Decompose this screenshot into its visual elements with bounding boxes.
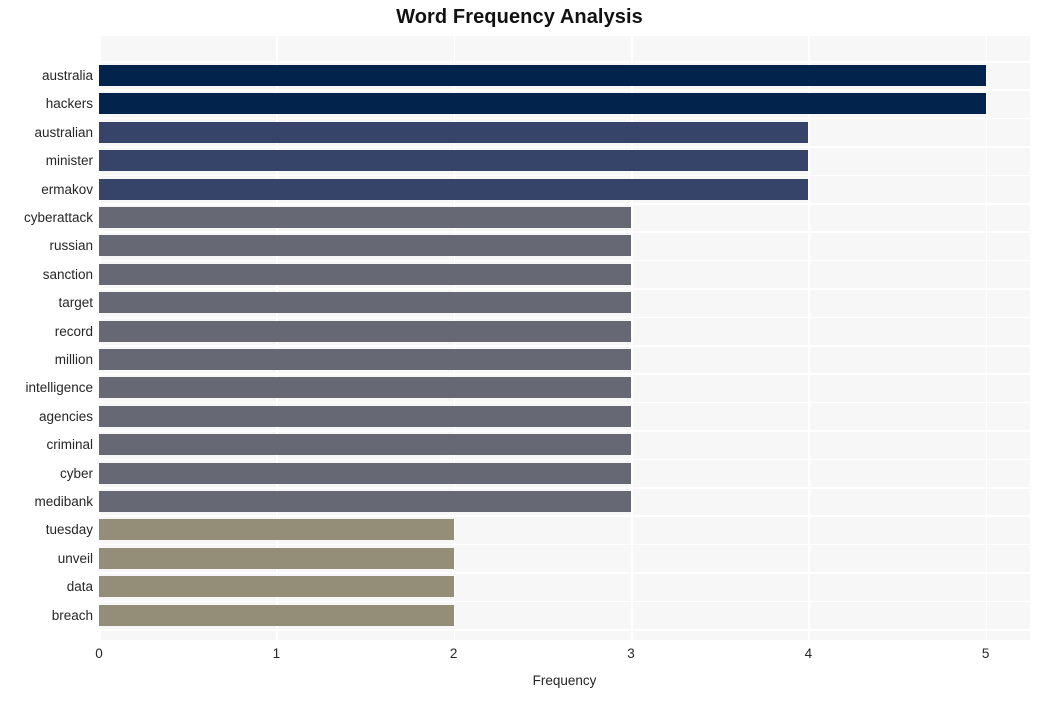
bar [99,405,631,427]
horizontal-gridline [99,572,1030,574]
bar [99,462,631,484]
horizontal-gridline [99,231,1030,233]
y-axis-tick-label: australia [41,68,93,83]
y-axis-tick-labels: australia hackers australian minister ermako… [0,36,93,640]
horizontal-gridline [99,61,1030,63]
horizontal-gridline [99,401,1030,404]
bar [99,65,986,86]
y-axis-tick-label: minister [45,153,93,169]
y-axis-tick-label: hackers [45,96,93,112]
bar [99,150,809,172]
x-axis-title: Frequency [532,673,597,688]
x-axis-tick-label: 5 [981,646,990,661]
vertical-gridline [808,36,810,640]
bar [99,491,631,512]
horizontal-gridline [99,259,1030,262]
horizontal-gridline [99,146,1030,148]
horizontal-gridline [99,288,1030,290]
horizontal-gridline [99,174,1030,177]
x-axis-tick-labels: 0 1 2 3 4 5 [0,646,1039,670]
x-axis-tick-label: 1 [272,646,281,661]
bar [99,320,631,342]
chart-title: Word Frequency Analysis [396,6,643,28]
y-axis-tick-label: ermakov [41,181,93,197]
y-axis-tick-label: cyberattack [23,210,93,225]
y-axis-tick-label: record [54,323,93,339]
bar [99,604,454,626]
x-axis-tick-label: 4 [804,646,813,661]
y-axis-tick-label: medibank [34,494,93,509]
y-axis-tick-label: unveil [57,550,93,566]
bar [99,292,631,314]
bar [99,207,631,228]
horizontal-gridline [99,515,1030,517]
bar [99,377,631,399]
bar [99,178,809,200]
bar [99,576,454,598]
horizontal-gridline [99,89,1030,91]
y-axis-tick-label: australian [34,124,93,140]
plot-area [99,36,1030,640]
horizontal-gridline [99,629,1030,631]
vertical-gridline [985,36,988,640]
bar [99,121,809,143]
bar [99,349,631,370]
horizontal-gridline [99,430,1030,432]
bar [99,93,986,115]
x-axis-tick-label: 3 [627,646,635,661]
horizontal-gridline [99,373,1030,375]
bar [99,434,631,456]
y-axis-tick-label: tuesday [45,522,93,538]
y-axis-tick-label: russian [49,238,93,254]
y-axis-tick-label: sanction [42,266,93,282]
y-axis-tick-label: breach [51,607,93,623]
horizontal-gridline [99,203,1030,205]
y-axis-tick-label: cyber [59,465,93,481]
bar [99,263,631,285]
horizontal-gridline [99,600,1030,603]
horizontal-gridline [99,345,1030,347]
horizontal-gridline [99,458,1030,461]
bar [99,547,454,569]
bar [99,235,631,257]
y-axis-tick-label: million [54,352,93,367]
y-axis-tick-label: target [58,295,93,311]
x-axis-tick-label: 0 [95,646,103,661]
horizontal-gridline [99,316,1030,319]
horizontal-gridline [99,117,1030,120]
horizontal-gridline [99,487,1030,489]
y-axis-tick-label: criminal [46,437,93,453]
x-axis-tick-label: 2 [449,646,458,661]
word-frequency-chart: Word Frequency Analysis australia hackers… [0,0,1039,701]
y-axis-tick-label: intelligence [25,380,93,396]
y-axis-tick-label: agencies [38,408,93,424]
horizontal-gridline [99,543,1030,546]
y-axis-tick-label: data [66,579,93,595]
bar [99,519,454,541]
